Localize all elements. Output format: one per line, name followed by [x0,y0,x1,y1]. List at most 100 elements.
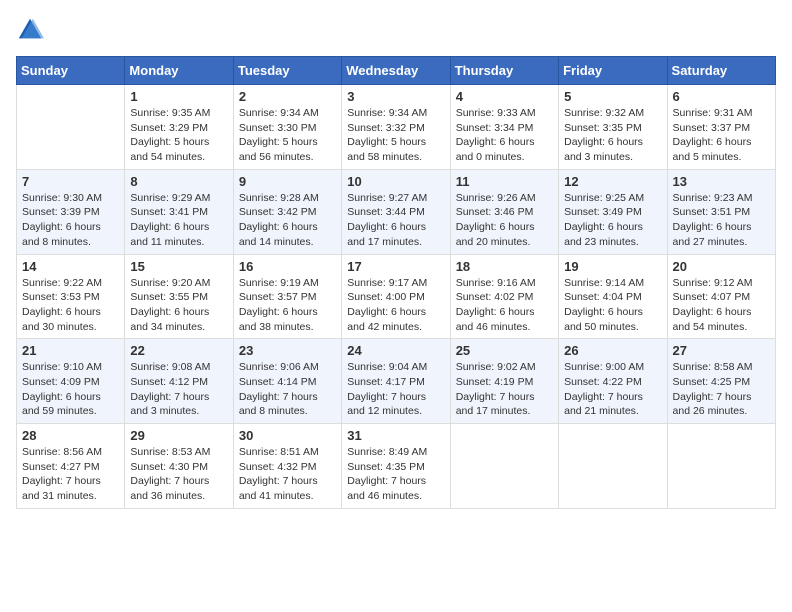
calendar-cell: 8 Sunrise: 9:29 AM Sunset: 3:41 PM Daylig… [125,169,233,254]
day-number: 3 [347,89,444,104]
day-number: 8 [130,174,227,189]
day-number: 5 [564,89,661,104]
day-info: Sunrise: 9:27 AM Sunset: 3:44 PM Dayligh… [347,191,444,250]
day-number: 1 [130,89,227,104]
day-number: 14 [22,259,119,274]
day-number: 21 [22,343,119,358]
day-info: Sunrise: 9:12 AM Sunset: 4:07 PM Dayligh… [673,276,770,335]
calendar-cell: 28 Sunrise: 8:56 AM Sunset: 4:27 PM Dayli… [17,424,125,509]
day-info: Sunrise: 9:17 AM Sunset: 4:00 PM Dayligh… [347,276,444,335]
day-info: Sunrise: 8:58 AM Sunset: 4:25 PM Dayligh… [673,360,770,419]
logo [16,16,48,44]
week-row-1: 7 Sunrise: 9:30 AM Sunset: 3:39 PM Daylig… [17,169,776,254]
day-number: 28 [22,428,119,443]
day-info: Sunrise: 9:02 AM Sunset: 4:19 PM Dayligh… [456,360,553,419]
day-number: 10 [347,174,444,189]
day-number: 18 [456,259,553,274]
calendar-cell: 26Sunrise: 9:00 AM Sunset: 4:22 PM Dayli… [559,339,667,424]
day-number: 30 [239,428,336,443]
day-info: Sunrise: 8:49 AM Sunset: 4:35 PM Dayligh… [347,445,444,504]
day-info: Sunrise: 9:33 AM Sunset: 3:34 PM Dayligh… [456,106,553,165]
calendar-cell: 2 Sunrise: 9:34 AM Sunset: 3:30 PM Daylig… [233,85,341,170]
calendar-header-row: SundayMondayTuesdayWednesdayThursdayFrid… [17,57,776,85]
logo-icon [16,16,44,44]
calendar-cell: 3 Sunrise: 9:34 AM Sunset: 3:32 PM Daylig… [342,85,450,170]
header-saturday: Saturday [667,57,775,85]
day-info: Sunrise: 9:34 AM Sunset: 3:30 PM Dayligh… [239,106,336,165]
calendar-cell: 15 Sunrise: 9:20 AM Sunset: 3:55 PM Dayli… [125,254,233,339]
week-row-2: 14 Sunrise: 9:22 AM Sunset: 3:53 PM Dayli… [17,254,776,339]
calendar-cell: 9Sunrise: 9:28 AM Sunset: 3:42 PM Daylig… [233,169,341,254]
calendar-cell: 29 Sunrise: 8:53 AM Sunset: 4:30 PM Dayli… [125,424,233,509]
calendar-cell: 7 Sunrise: 9:30 AM Sunset: 3:39 PM Daylig… [17,169,125,254]
day-number: 25 [456,343,553,358]
calendar-cell: 14 Sunrise: 9:22 AM Sunset: 3:53 PM Dayli… [17,254,125,339]
calendar-cell: 12 Sunrise: 9:25 AM Sunset: 3:49 PM Dayli… [559,169,667,254]
day-info: Sunrise: 8:53 AM Sunset: 4:30 PM Dayligh… [130,445,227,504]
header-friday: Friday [559,57,667,85]
day-number: 16 [239,259,336,274]
day-number: 4 [456,89,553,104]
day-number: 11 [456,174,553,189]
day-info: Sunrise: 9:23 AM Sunset: 3:51 PM Dayligh… [673,191,770,250]
calendar-cell: 17Sunrise: 9:17 AM Sunset: 4:00 PM Dayli… [342,254,450,339]
calendar-cell: 20 Sunrise: 9:12 AM Sunset: 4:07 PM Dayli… [667,254,775,339]
day-info: Sunrise: 9:06 AM Sunset: 4:14 PM Dayligh… [239,360,336,419]
day-info: Sunrise: 9:30 AM Sunset: 3:39 PM Dayligh… [22,191,119,250]
week-row-4: 28 Sunrise: 8:56 AM Sunset: 4:27 PM Dayli… [17,424,776,509]
calendar-table: SundayMondayTuesdayWednesdayThursdayFrid… [16,56,776,509]
day-info: Sunrise: 9:22 AM Sunset: 3:53 PM Dayligh… [22,276,119,335]
day-info: Sunrise: 9:31 AM Sunset: 3:37 PM Dayligh… [673,106,770,165]
calendar-cell: 24Sunrise: 9:04 AM Sunset: 4:17 PM Dayli… [342,339,450,424]
day-number: 2 [239,89,336,104]
calendar-cell: 19Sunrise: 9:14 AM Sunset: 4:04 PM Dayli… [559,254,667,339]
header-wednesday: Wednesday [342,57,450,85]
day-number: 12 [564,174,661,189]
day-info: Sunrise: 9:00 AM Sunset: 4:22 PM Dayligh… [564,360,661,419]
day-info: Sunrise: 8:56 AM Sunset: 4:27 PM Dayligh… [22,445,119,504]
day-number: 13 [673,174,770,189]
day-info: Sunrise: 9:14 AM Sunset: 4:04 PM Dayligh… [564,276,661,335]
calendar-cell [667,424,775,509]
calendar-cell: 11 Sunrise: 9:26 AM Sunset: 3:46 PM Dayli… [450,169,558,254]
calendar-cell: 6 Sunrise: 9:31 AM Sunset: 3:37 PM Daylig… [667,85,775,170]
calendar-cell: 27 Sunrise: 8:58 AM Sunset: 4:25 PM Dayli… [667,339,775,424]
header-thursday: Thursday [450,57,558,85]
day-number: 7 [22,174,119,189]
day-info: Sunrise: 8:51 AM Sunset: 4:32 PM Dayligh… [239,445,336,504]
day-info: Sunrise: 9:25 AM Sunset: 3:49 PM Dayligh… [564,191,661,250]
day-number: 27 [673,343,770,358]
calendar-cell: 21 Sunrise: 9:10 AM Sunset: 4:09 PM Dayli… [17,339,125,424]
calendar-cell: 31 Sunrise: 8:49 AM Sunset: 4:35 PM Dayli… [342,424,450,509]
day-info: Sunrise: 9:19 AM Sunset: 3:57 PM Dayligh… [239,276,336,335]
day-number: 29 [130,428,227,443]
day-info: Sunrise: 9:10 AM Sunset: 4:09 PM Dayligh… [22,360,119,419]
calendar-cell: 23Sunrise: 9:06 AM Sunset: 4:14 PM Dayli… [233,339,341,424]
day-info: Sunrise: 9:26 AM Sunset: 3:46 PM Dayligh… [456,191,553,250]
day-info: Sunrise: 9:34 AM Sunset: 3:32 PM Dayligh… [347,106,444,165]
day-number: 15 [130,259,227,274]
day-number: 6 [673,89,770,104]
calendar-cell: 22Sunrise: 9:08 AM Sunset: 4:12 PM Dayli… [125,339,233,424]
calendar-cell [450,424,558,509]
calendar-cell: 16 Sunrise: 9:19 AM Sunset: 3:57 PM Dayli… [233,254,341,339]
day-info: Sunrise: 9:04 AM Sunset: 4:17 PM Dayligh… [347,360,444,419]
week-row-3: 21 Sunrise: 9:10 AM Sunset: 4:09 PM Dayli… [17,339,776,424]
day-number: 20 [673,259,770,274]
day-info: Sunrise: 9:20 AM Sunset: 3:55 PM Dayligh… [130,276,227,335]
day-info: Sunrise: 9:16 AM Sunset: 4:02 PM Dayligh… [456,276,553,335]
calendar-cell [559,424,667,509]
header-monday: Monday [125,57,233,85]
day-number: 9 [239,174,336,189]
day-info: Sunrise: 9:08 AM Sunset: 4:12 PM Dayligh… [130,360,227,419]
calendar-cell: 4 Sunrise: 9:33 AM Sunset: 3:34 PM Daylig… [450,85,558,170]
calendar-cell: 18 Sunrise: 9:16 AM Sunset: 4:02 PM Dayli… [450,254,558,339]
calendar-cell: 13 Sunrise: 9:23 AM Sunset: 3:51 PM Dayli… [667,169,775,254]
week-row-0: 1Sunrise: 9:35 AM Sunset: 3:29 PM Daylig… [17,85,776,170]
calendar-cell: 25 Sunrise: 9:02 AM Sunset: 4:19 PM Dayli… [450,339,558,424]
header-sunday: Sunday [17,57,125,85]
day-info: Sunrise: 9:32 AM Sunset: 3:35 PM Dayligh… [564,106,661,165]
day-info: Sunrise: 9:29 AM Sunset: 3:41 PM Dayligh… [130,191,227,250]
day-number: 31 [347,428,444,443]
calendar-cell: 1Sunrise: 9:35 AM Sunset: 3:29 PM Daylig… [125,85,233,170]
